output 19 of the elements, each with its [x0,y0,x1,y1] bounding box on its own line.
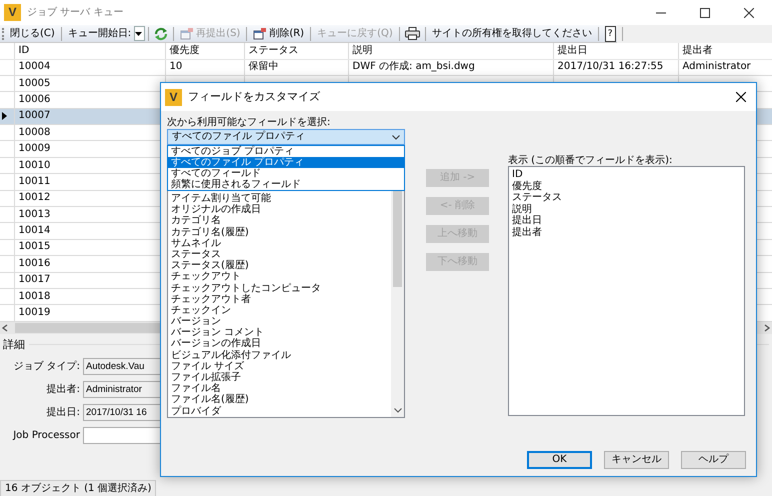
toolbar-label: キュー開始日: [66,28,132,40]
app-logo: V [165,88,182,106]
table-cell: 保留中 [244,59,348,76]
field-label: ジョブ タイプ: [12,360,81,373]
table-cell: 10004 [14,59,165,76]
field-label: 表示 (この順番でフィールドを表示): [508,156,674,166]
window-title: ジョブ サーバ キュー [27,6,124,18]
status-text: 16 オブジェクト (1 個選択済み) [0,480,156,496]
app-logo: V [4,4,21,21]
field-label: Job Processor [12,430,81,442]
table-cell: 2017/10/31 16:27:55 [553,59,678,76]
table-cell: Administrator [678,59,772,76]
field-label: 提出日: [46,406,81,419]
dialog-title: フィールドをカスタマイズ [188,90,320,104]
group-title: 詳細 [3,338,25,352]
table-cell: DWF の作成: am_bsi.dwg [348,59,553,76]
table-cell: 10 [165,59,244,76]
field-label: 提出者: [46,384,81,396]
field-label: 次から利用可能なフィールドを選択: [167,117,332,129]
